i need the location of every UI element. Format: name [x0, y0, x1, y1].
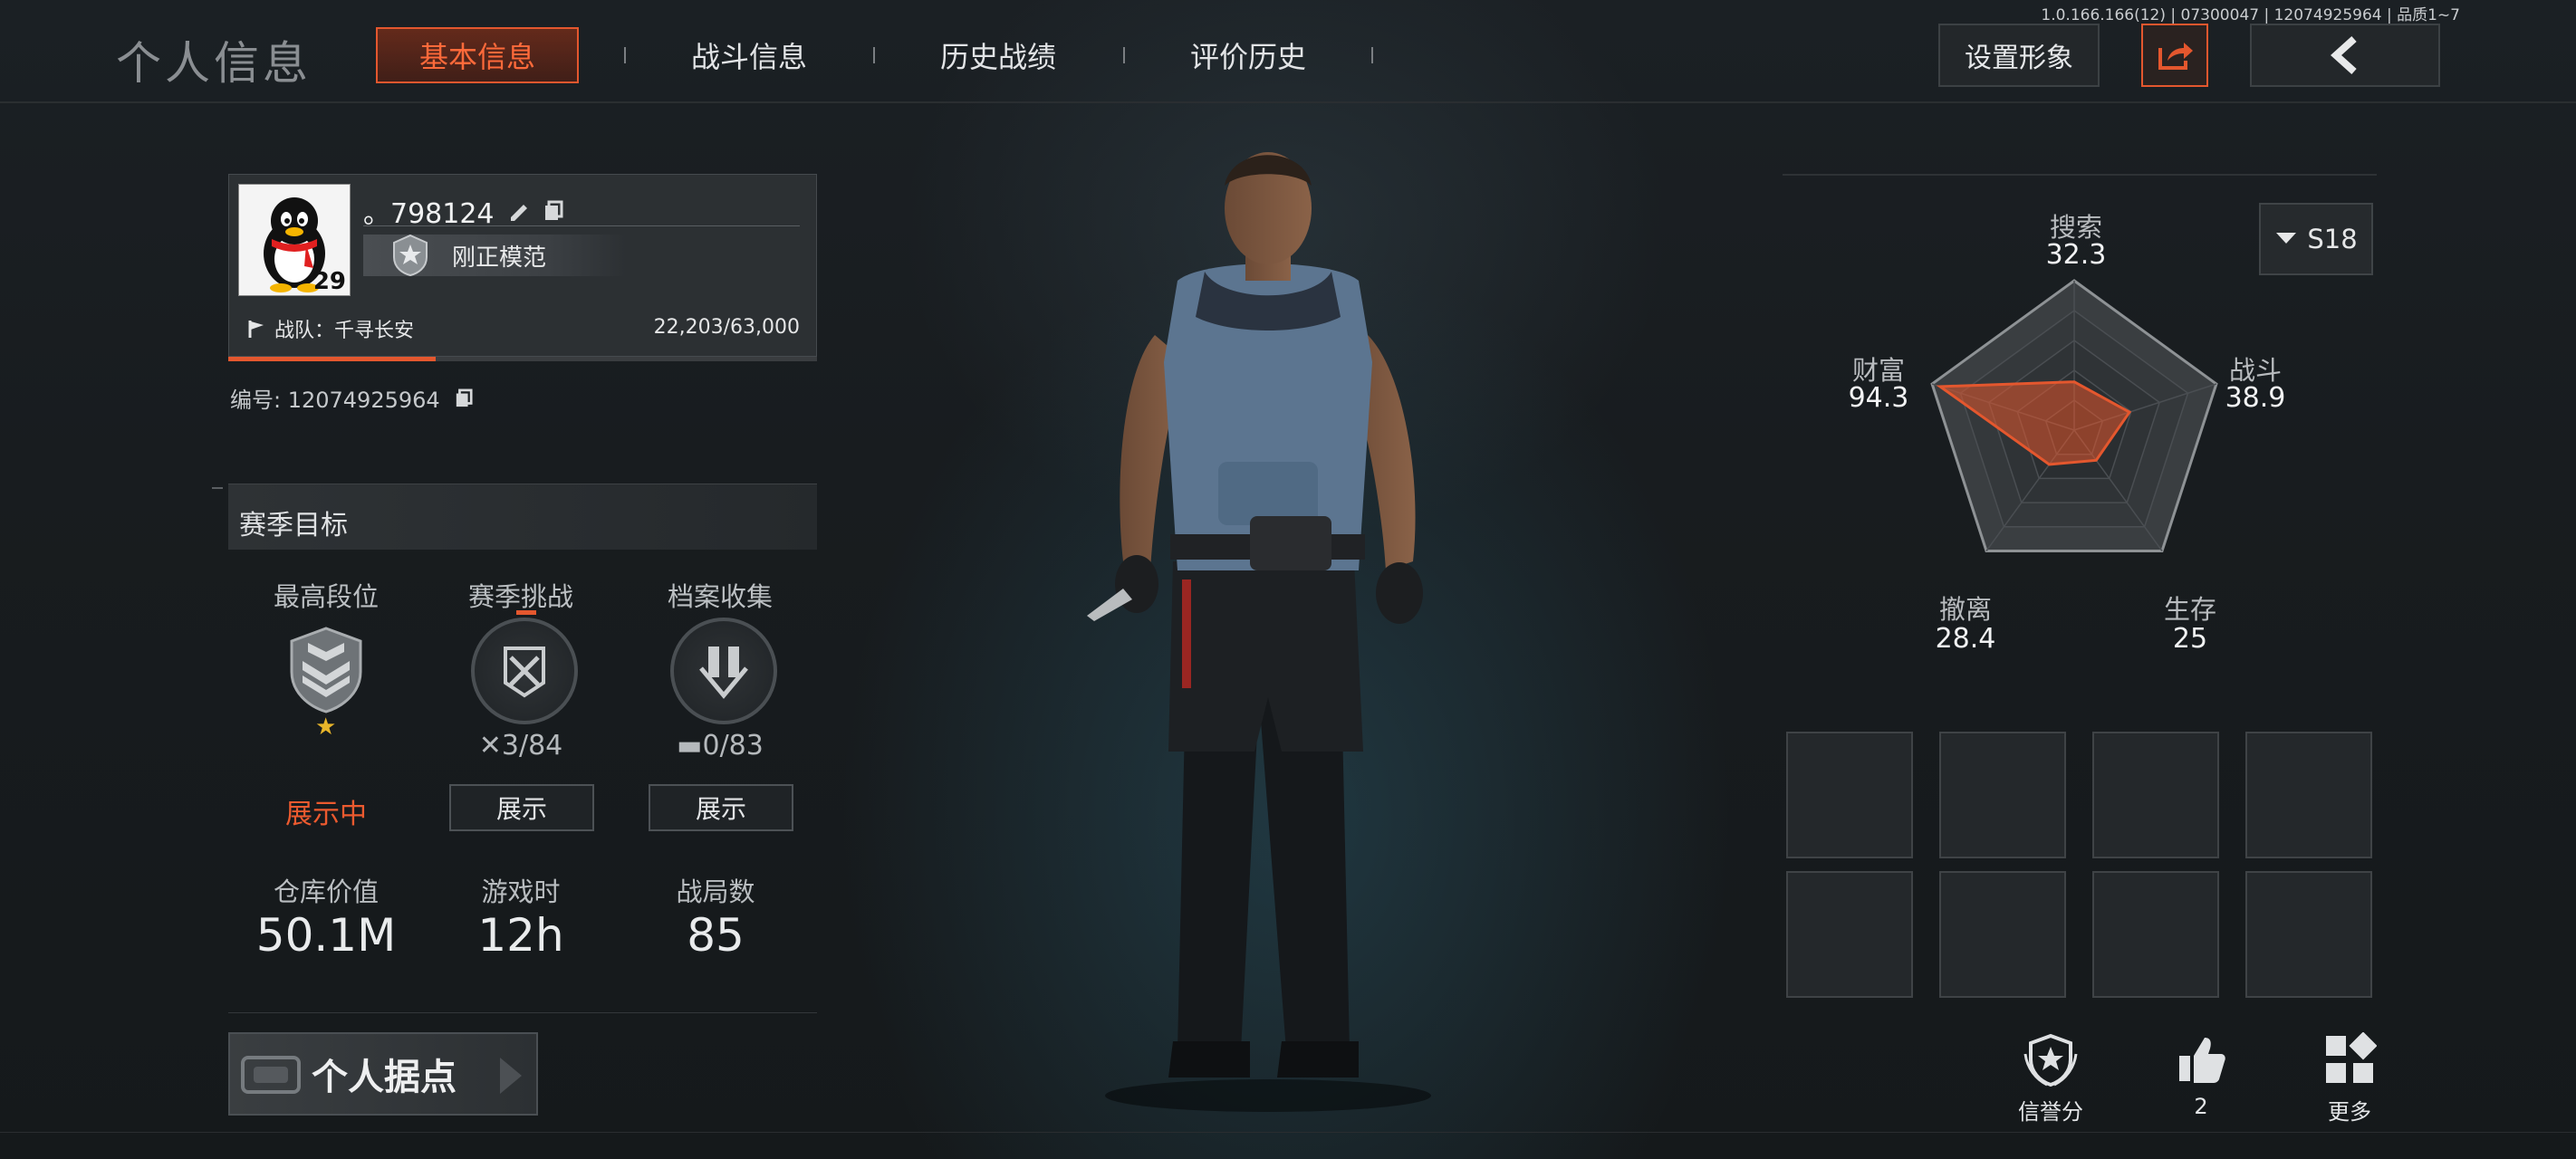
rank-emblem-icon[interactable] — [281, 625, 371, 719]
divider — [228, 1012, 817, 1013]
tab-separator — [1371, 47, 1373, 63]
item-slot[interactable] — [2245, 871, 2372, 998]
experience-progress-bar — [228, 357, 817, 361]
base-icon — [241, 1056, 301, 1094]
item-slot[interactable] — [2245, 732, 2372, 858]
character-model[interactable] — [1069, 136, 1467, 1114]
radar-value-search: 32.3 — [2045, 239, 2107, 271]
copy-icon[interactable] — [455, 388, 473, 408]
share-icon — [2158, 43, 2193, 70]
tab-separator — [1123, 47, 1125, 63]
goal-label-highest-rank: 最高段位 — [273, 581, 379, 612]
thumbs-up-icon — [2179, 1038, 2225, 1083]
player-level: 29 — [312, 268, 346, 295]
show-archive-collection-button[interactable]: 展示 — [649, 784, 793, 831]
experience-text: 22,203/63,000 — [653, 316, 800, 339]
section-marker — [212, 487, 223, 489]
tab-separator — [873, 47, 875, 63]
set-appearance-button[interactable]: 设置形象 — [1938, 24, 2100, 87]
season-goals-title: 赛季目标 — [239, 510, 348, 541]
season-select[interactable]: S18 — [2259, 203, 2373, 275]
item-slot[interactable] — [1939, 732, 2066, 858]
folder-icon: ▬ — [677, 730, 703, 761]
team-label[interactable]: 战队：千寻长安 — [247, 314, 414, 343]
more-label: 更多 — [2328, 1099, 2371, 1125]
tab-match-history[interactable]: 历史战绩 — [897, 27, 1100, 83]
stat-value-play-time: 12h — [477, 909, 564, 962]
experience-progress-fill — [228, 357, 436, 361]
season-select-value: S18 — [2307, 224, 2358, 254]
more-button[interactable]: 更多 — [2295, 1032, 2404, 1125]
item-slot[interactable] — [2092, 871, 2219, 998]
player-id-text: 编号: 12074925964 — [230, 388, 440, 413]
season-challenge-count-text: 3/84 — [501, 730, 563, 761]
version-text: 1.0.166.166(12) | 07300047 | 12074925964… — [2041, 6, 2460, 24]
likes-button[interactable]: 2 — [2147, 1032, 2255, 1119]
showing-status: 展示中 — [285, 799, 367, 830]
tab-review-history[interactable]: 评价历史 — [1147, 27, 1350, 83]
season-challenge-count: ✕3/84 — [430, 730, 611, 761]
copy-icon[interactable] — [543, 200, 563, 222]
reputation-button[interactable]: 信誉分 — [1996, 1032, 2105, 1125]
tab-combat-info[interactable]: 战斗信息 — [648, 27, 851, 83]
radar-label-survival: 生存 — [2163, 594, 2216, 625]
reputation-label: 信誉分 — [2018, 1099, 2083, 1125]
show-season-challenge-button[interactable]: 展示 — [449, 784, 594, 831]
radar-value-survival: 25 — [2172, 623, 2208, 655]
season-challenge-icon[interactable] — [471, 618, 578, 724]
radar-value-combat: 38.9 — [2225, 382, 2286, 414]
page-title: 个人信息 — [116, 37, 312, 90]
archive-collection-icon[interactable] — [670, 618, 777, 724]
likes-count: 2 — [2194, 1094, 2208, 1119]
stat-label-match-count: 战局数 — [676, 876, 755, 907]
title-text: 刚正模范 — [452, 244, 547, 272]
stat-label-warehouse-value: 仓库价值 — [273, 876, 379, 907]
season-goals-header: 赛季目标 — [228, 484, 817, 550]
divider — [363, 225, 800, 226]
back-button[interactable] — [2250, 24, 2440, 87]
item-slot[interactable] — [1786, 871, 1913, 998]
divider — [1783, 174, 2377, 176]
tab-separator — [624, 47, 626, 63]
profile-card: 29 。798124 刚正模范 战队：千寻长安 22,203/63,000 — [228, 174, 817, 357]
edit-icon[interactable] — [507, 199, 531, 223]
archive-collection-count-text: 0/83 — [702, 730, 764, 761]
archive-collection-count: ▬0/83 — [630, 730, 811, 761]
star-icon: ★ — [315, 714, 337, 741]
item-slot[interactable] — [2092, 732, 2219, 858]
player-id: 编号: 12074925964 — [230, 382, 473, 414]
item-slot[interactable] — [1786, 732, 1913, 858]
title-badge[interactable]: 刚正模范 — [363, 234, 626, 277]
reputation-shield-icon — [2023, 1033, 2078, 1087]
radar-chart — [1930, 279, 2218, 552]
radar-value-wealth: 94.3 — [1848, 382, 1909, 414]
goal-label-season-challenge: 赛季挑战 — [467, 581, 573, 612]
radar-value-extraction: 28.4 — [1935, 623, 1996, 655]
item-slot[interactable] — [1939, 871, 2066, 998]
share-button[interactable] — [2141, 24, 2208, 87]
more-grid-icon — [2326, 1032, 2377, 1083]
personal-base-label: 个人据点 — [312, 1057, 457, 1098]
team-name: 战队：千寻长安 — [274, 320, 415, 342]
challenge-indicator — [516, 610, 536, 615]
chevron-right-icon — [500, 1058, 522, 1094]
tab-basic-info[interactable]: 基本信息 — [376, 27, 579, 83]
stat-value-match-count: 85 — [687, 909, 745, 962]
flag-icon — [248, 321, 264, 338]
chevron-down-icon — [2276, 233, 2297, 244]
personal-base-button[interactable]: 个人据点 — [228, 1032, 538, 1116]
shield-star-icon — [393, 234, 428, 277]
stat-value-warehouse-value: 50.1M — [255, 909, 397, 962]
avatar[interactable]: 29 — [238, 184, 351, 296]
stat-label-play-time: 游戏时 — [481, 876, 561, 907]
swords-icon: ✕ — [478, 730, 502, 761]
chevron-left-icon — [2331, 36, 2357, 74]
divider — [0, 1132, 2576, 1133]
goal-label-archive-collection: 档案收集 — [667, 581, 773, 612]
radar-label-extraction: 撤离 — [1938, 594, 1992, 625]
